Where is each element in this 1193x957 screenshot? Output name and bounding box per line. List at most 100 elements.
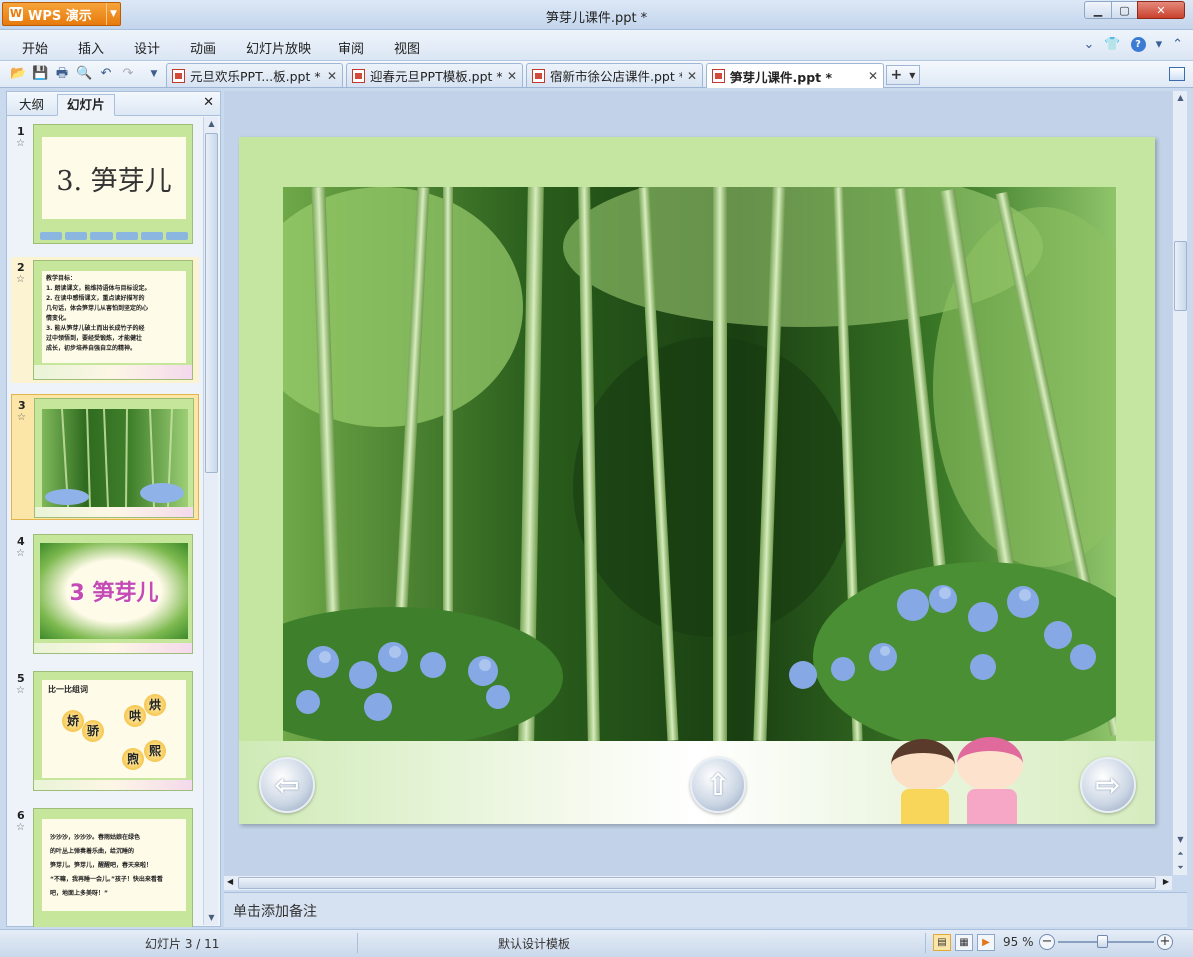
minimize-button[interactable]: ▁ xyxy=(1084,1,1112,19)
scroll-up-icon[interactable]: ▲ xyxy=(1173,91,1188,105)
ppt-file-icon xyxy=(352,68,365,83)
ppt-file-icon xyxy=(172,68,185,83)
slide-thumbnail-list: 1 ☆ 3. 笋芽儿 2 ☆ 教学目标： 1. 朗读课文，能维持语体与目标设定。… xyxy=(7,117,203,927)
thumbnail-preview: 3. 笋芽儿 xyxy=(33,124,193,244)
window-title: 笋芽儿课件.ppt * xyxy=(545,11,648,26)
slide-thumbnail-5[interactable]: 5 ☆ 比一比组词 娇 骄 哄 烘 煦 熙 xyxy=(11,668,199,794)
menu-design[interactable]: 设计 xyxy=(134,38,160,57)
slideshow-view-icon[interactable]: ▶ xyxy=(977,934,995,951)
customize-toolbar-icon[interactable]: ▼ xyxy=(146,66,162,82)
animation-star-icon: ☆ xyxy=(17,412,26,423)
ppt-file-icon xyxy=(532,68,545,83)
close-tab-icon[interactable]: ✕ xyxy=(507,69,517,83)
arrow-left-icon: ⇦ xyxy=(274,767,300,803)
scroll-right-icon[interactable]: ▶ xyxy=(1163,877,1169,886)
undo-icon[interactable]: ↶ xyxy=(98,66,114,82)
thumbnail-preview: 3 笋芽儿 xyxy=(33,534,193,654)
title-bar: W WPS 演示 ▼ 笋芽儿课件.ppt * ▁ ▢ ✕ xyxy=(0,0,1193,30)
zoom-slider-handle[interactable] xyxy=(1097,935,1108,948)
menu-bar: 开始 插入 设计 动画 幻灯片放映 审阅 视图 ⌄ 👕 ? ▾ ⌃ xyxy=(0,30,1193,61)
current-slide[interactable]: ⇦ ⇧ ⇨ xyxy=(239,137,1155,824)
status-bar: 幻灯片 3 / 11 默认设计模板 ▤ ▦ ▶ 95 % − + xyxy=(0,929,1193,957)
maximize-button[interactable]: ▢ xyxy=(1111,1,1138,19)
thumbnail-preview: 沙沙沙，沙沙沙。春雨姑娘在绿色 的叶丛上弹奏着乐曲，给沉睡的 笋芽儿。笋芽儿，醒… xyxy=(33,808,193,927)
arrow-up-icon: ⇧ xyxy=(705,767,731,803)
menu-view[interactable]: 视图 xyxy=(394,38,420,57)
scrollbar-thumb[interactable] xyxy=(1174,241,1187,311)
quick-access-toolbar: 📂 💾 🖶 🔍 ↶ ↷ ▼ 元旦欢乐PPT...板.ppt * ✕ 迎春元旦PP… xyxy=(0,61,1193,88)
tab-document-1[interactable]: 元旦欢乐PPT...板.ppt * ✕ xyxy=(166,63,343,87)
menu-slideshow[interactable]: 幻灯片放映 xyxy=(246,38,311,57)
scroll-down-icon[interactable]: ▼ xyxy=(1173,833,1188,847)
animation-star-icon: ☆ xyxy=(16,274,25,285)
slide-indicator: 幻灯片 3 / 11 xyxy=(145,937,220,951)
slide-thumbnail-4[interactable]: 4 ☆ 3 笋芽儿 xyxy=(11,531,199,657)
open-folder-icon[interactable]: 📂 xyxy=(10,66,26,82)
skin-shirt-icon[interactable]: 👕 xyxy=(1104,37,1120,52)
tab-document-4[interactable]: 笋芽儿课件.ppt * ✕ xyxy=(706,63,884,88)
menu-insert[interactable]: 插入 xyxy=(78,38,104,57)
menu-review[interactable]: 审阅 xyxy=(338,38,364,57)
scroll-down-icon[interactable]: ▼ xyxy=(204,911,219,925)
tab-document-2[interactable]: 迎春元旦PPT模板.ppt * ✕ xyxy=(346,63,523,87)
close-tab-icon[interactable]: ✕ xyxy=(687,69,697,83)
next-slide-button[interactable]: ⇨ xyxy=(1080,757,1136,813)
thumbnail-preview: 教学目标： 1. 朗读课文，能维持语体与目标设定。 2. 在读中感悟课文，重点读… xyxy=(33,260,193,380)
slide-thumbnail-3[interactable]: 3 ☆ xyxy=(11,394,199,520)
plus-icon: + xyxy=(890,67,903,83)
chevron-down-icon: ▼ xyxy=(909,70,916,80)
menu-animation[interactable]: 动画 xyxy=(190,38,216,57)
bamboo-forest-image[interactable] xyxy=(283,187,1116,741)
zoom-out-button[interactable]: − xyxy=(1039,934,1055,950)
chevron-down-icon[interactable]: ⌄ xyxy=(1083,37,1094,52)
scrollbar-thumb[interactable] xyxy=(238,877,1156,889)
animation-star-icon: ☆ xyxy=(16,548,25,559)
tab-outline[interactable]: 大纲 xyxy=(9,94,54,116)
redo-icon[interactable]: ↷ xyxy=(120,66,136,82)
menu-home[interactable]: 开始 xyxy=(22,38,48,57)
tab-document-3[interactable]: 宿新市徐公店课件.ppt * ✕ xyxy=(526,63,703,87)
close-button[interactable]: ✕ xyxy=(1137,1,1185,19)
zoom-in-button[interactable]: + xyxy=(1157,934,1173,950)
scrollbar-thumb[interactable] xyxy=(205,133,218,473)
scroll-left-icon[interactable]: ◀ xyxy=(227,877,233,886)
home-slide-button[interactable]: ⇧ xyxy=(690,757,746,813)
slides-panel: 大纲 幻灯片 ✕ 1 ☆ 3. 笋芽儿 2 ☆ 教学目标： 1. 朗读课文，能维… xyxy=(6,91,221,927)
collapse-ribbon-icon[interactable]: ⌃ xyxy=(1172,37,1183,52)
close-tab-icon[interactable]: ✕ xyxy=(327,69,337,83)
window-layout-icon[interactable] xyxy=(1169,67,1185,81)
design-template-label[interactable]: 默认设计模板 xyxy=(498,935,570,952)
print-preview-icon[interactable]: 🔍 xyxy=(76,66,92,82)
editor-horizontal-scrollbar[interactable]: ◀ ▶ xyxy=(224,875,1172,890)
previous-slide-icon[interactable]: ⏶ xyxy=(1173,847,1188,861)
close-tab-icon[interactable]: ✕ xyxy=(868,69,878,83)
thumbnail-preview: 比一比组词 娇 骄 哄 烘 煦 熙 xyxy=(33,671,193,791)
slide-sorter-view-icon[interactable]: ▦ xyxy=(955,934,973,951)
animation-star-icon: ☆ xyxy=(16,822,25,833)
scroll-up-icon[interactable]: ▲ xyxy=(204,117,219,131)
menu-right-tools: ⌄ 👕 ? ▾ ⌃ xyxy=(1083,37,1183,52)
slide-thumbnail-1[interactable]: 1 ☆ 3. 笋芽儿 xyxy=(11,121,199,247)
bamboo-forest-picture xyxy=(283,187,1116,741)
previous-slide-button[interactable]: ⇦ xyxy=(259,757,315,813)
close-panel-icon[interactable]: ✕ xyxy=(203,95,214,110)
editor-vertical-scrollbar[interactable]: ▲ ▼ ⏶ ⏷ xyxy=(1172,91,1187,875)
chevron-down-icon[interactable]: ▾ xyxy=(1156,37,1163,52)
help-icon[interactable]: ? xyxy=(1130,37,1146,52)
notes-placeholder: 单击添加备注 xyxy=(233,904,317,920)
save-icon[interactable]: 💾 xyxy=(32,66,48,82)
notes-pane[interactable]: 单击添加备注 xyxy=(224,892,1187,927)
slide-thumbnail-6[interactable]: 6 ☆ 沙沙沙，沙沙沙。春雨姑娘在绿色 的叶丛上弹奏着乐曲，给沉睡的 笋芽儿。笋… xyxy=(11,805,199,927)
normal-view-icon[interactable]: ▤ xyxy=(933,934,951,951)
thumbnail-scrollbar[interactable]: ▲ ▼ xyxy=(203,117,218,925)
panel-tabs: 大纲 幻灯片 ✕ xyxy=(7,92,220,116)
animation-star-icon: ☆ xyxy=(16,685,25,696)
tab-slides[interactable]: 幻灯片 xyxy=(57,94,115,116)
new-tab-button[interactable]: + ▼ xyxy=(886,65,920,85)
animation-star-icon: ☆ xyxy=(16,138,25,149)
slide-thumbnail-2[interactable]: 2 ☆ 教学目标： 1. 朗读课文，能维持语体与目标设定。 2. 在读中感悟课文… xyxy=(11,257,199,383)
bamboo-thumbnail-icon xyxy=(45,409,184,507)
print-icon[interactable]: 🖶 xyxy=(54,66,70,82)
next-slide-icon[interactable]: ⏷ xyxy=(1173,861,1188,875)
zoom-level[interactable]: 95 % xyxy=(1003,935,1034,949)
